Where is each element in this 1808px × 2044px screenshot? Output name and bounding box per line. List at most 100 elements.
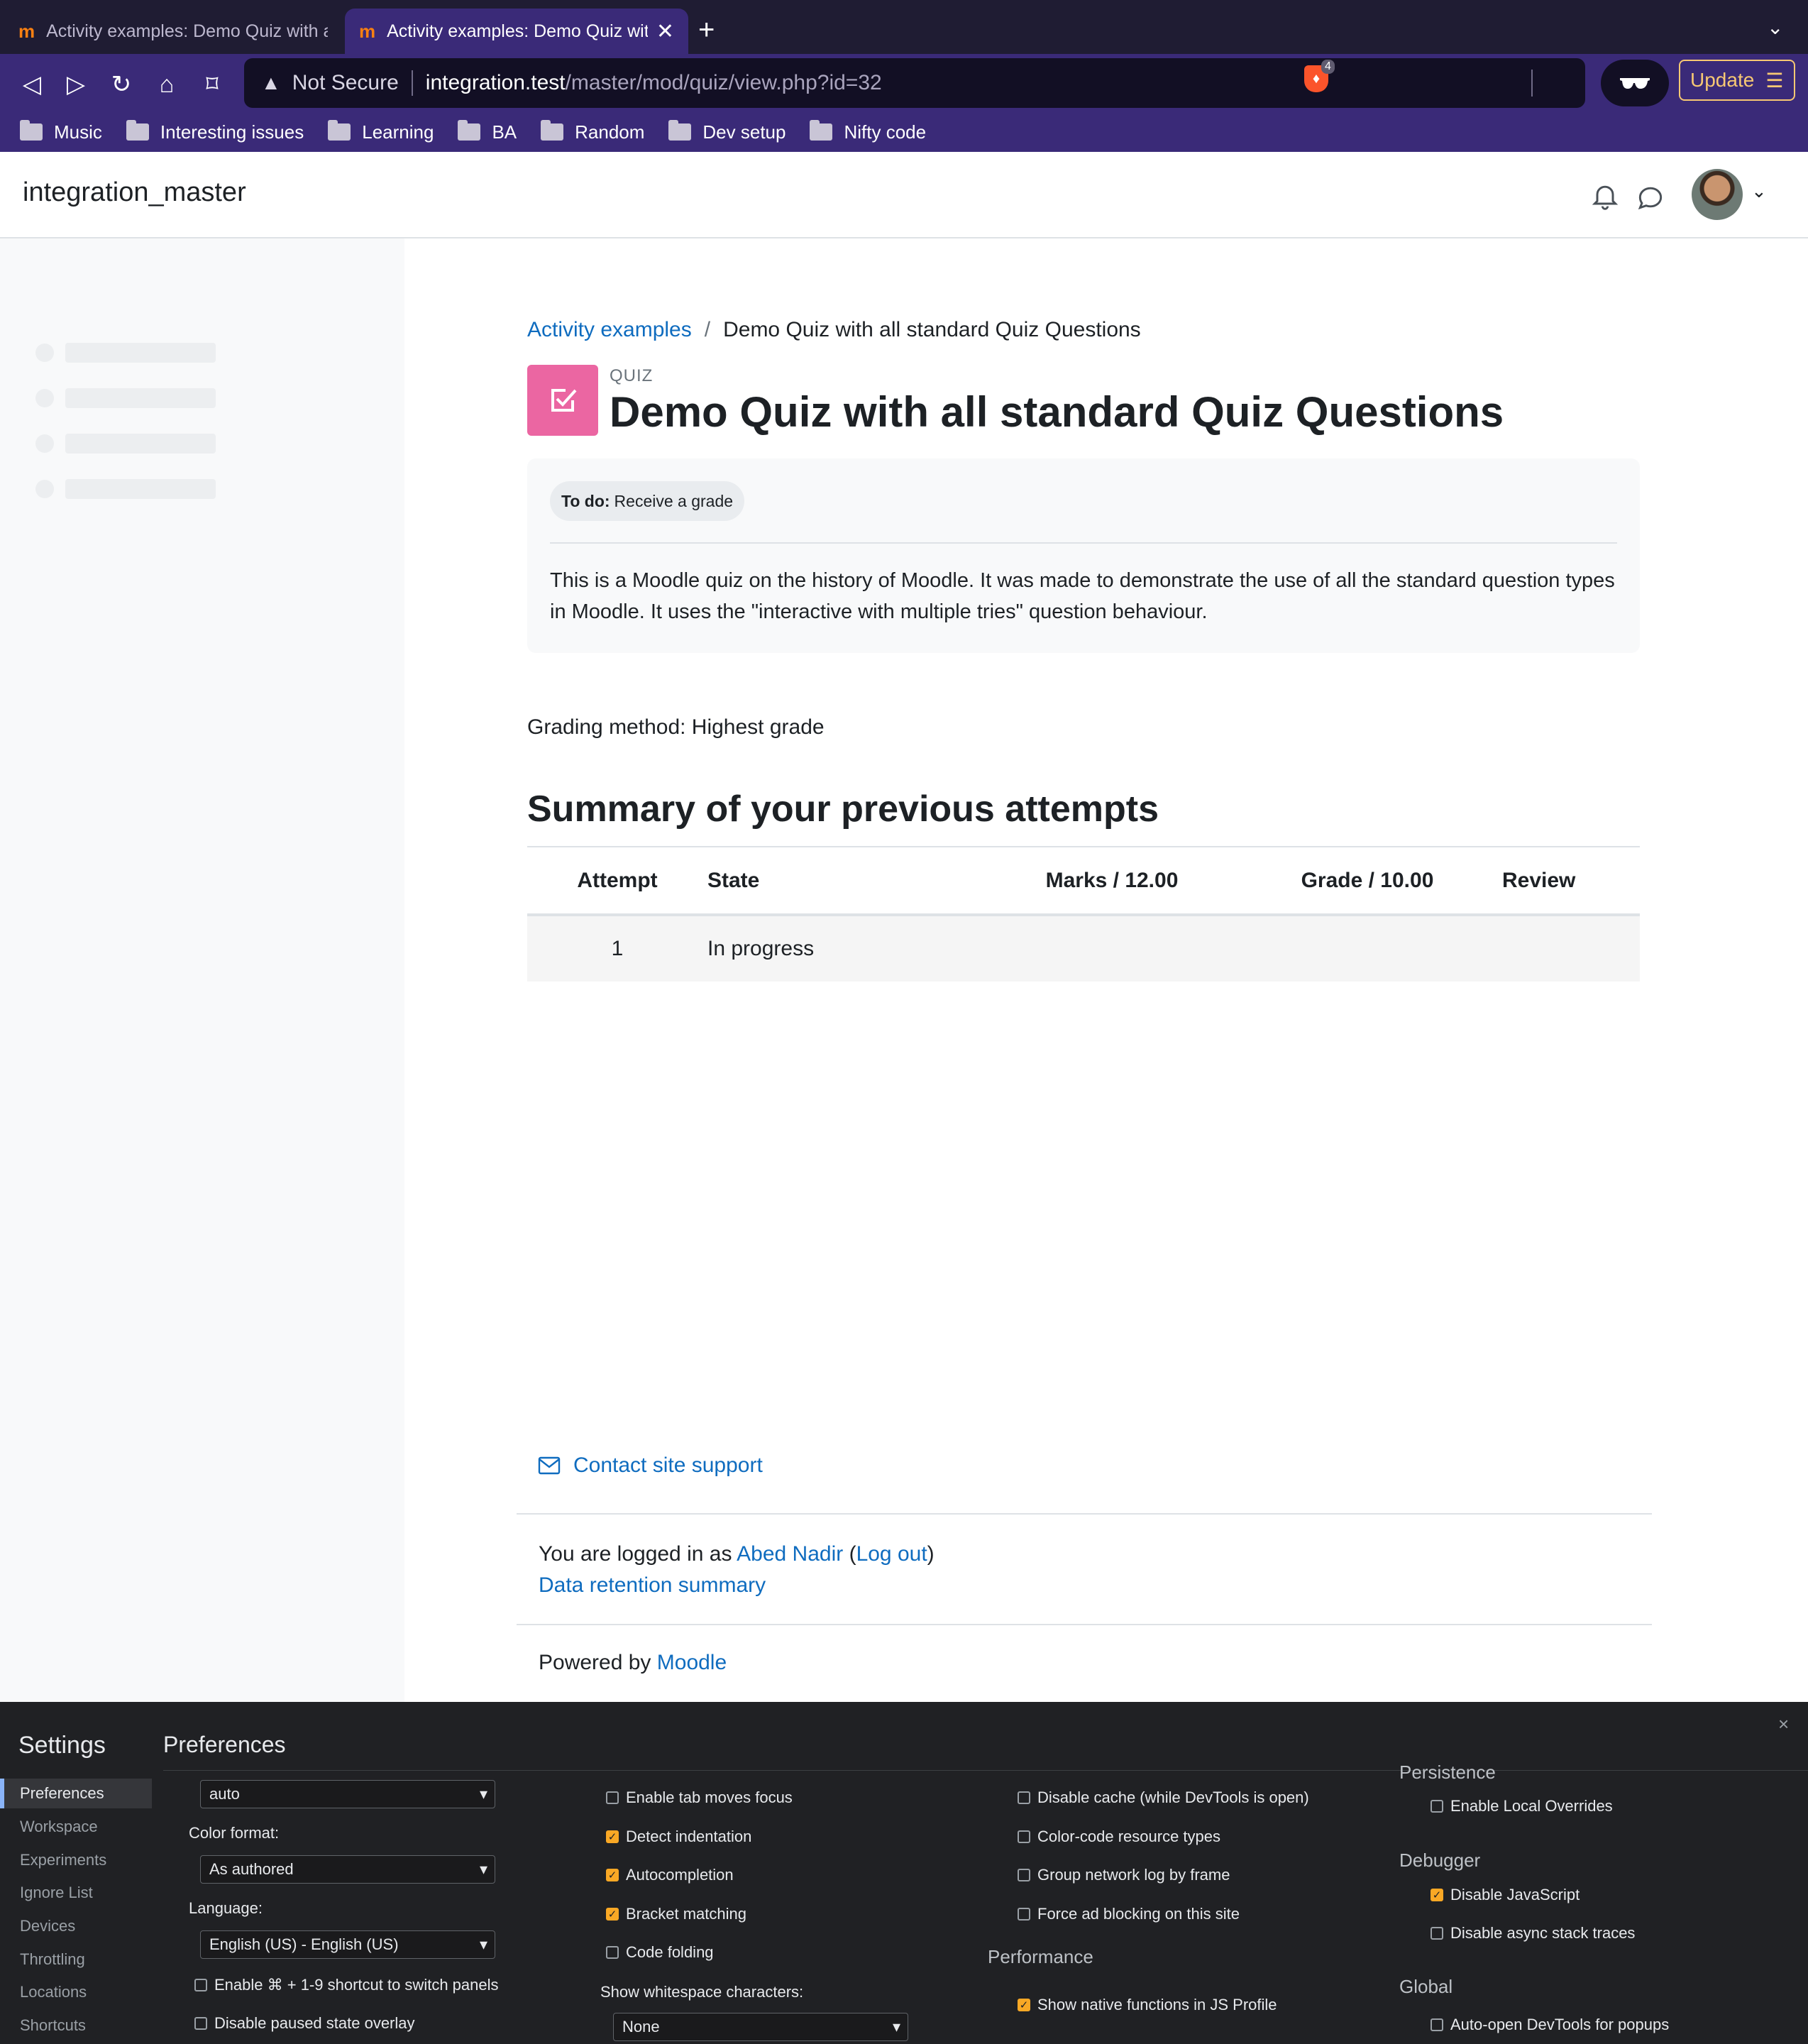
checkbox-label: Enable tab moves focus xyxy=(626,1788,793,1806)
user-avatar[interactable] xyxy=(1692,169,1743,220)
autocompletion-checkbox[interactable]: ✓ Autocompletion xyxy=(606,1866,734,1884)
force-ad-blocking-checkbox[interactable]: Force ad blocking on this site xyxy=(1018,1905,1240,1923)
messages-chat-icon[interactable] xyxy=(1635,182,1666,213)
reader-glasses-icon[interactable] xyxy=(1601,60,1669,106)
browser-tab-inactive[interactable]: m Activity examples: Demo Quiz with all … xyxy=(4,9,342,54)
switch-panels-shortcut-checkbox[interactable]: Enable ⌘ + 1-9 shortcut to switch panels xyxy=(194,1976,499,1994)
bracket-matching-checkbox[interactable]: ✓ Bracket matching xyxy=(606,1905,746,1923)
browser-tab-active[interactable]: m Activity examples: Demo Quiz with all … xyxy=(345,9,688,54)
checkbox[interactable] xyxy=(1018,1830,1030,1843)
color-format-select[interactable]: As authored ▾ xyxy=(200,1855,495,1884)
language-select[interactable]: English (US) - English (US) ▾ xyxy=(200,1930,495,1959)
breadcrumb-link-activity-examples[interactable]: Activity examples xyxy=(527,318,692,342)
bookmarks-bar: Music Interesting issues Learning BA Ran… xyxy=(0,111,950,153)
preferences-divider xyxy=(163,1770,1808,1771)
checkbox[interactable] xyxy=(194,1979,207,1991)
contact-site-support-link[interactable]: Contact site support xyxy=(538,1454,763,1478)
checkbox[interactable]: ✓ xyxy=(1431,1889,1443,1901)
devtools-nav-workspace[interactable]: Workspace xyxy=(0,1812,152,1842)
checkbox[interactable] xyxy=(606,1946,619,1959)
browser-tab-bar: m Activity examples: Demo Quiz with all … xyxy=(0,0,1808,54)
placeholder-bar xyxy=(65,479,216,499)
address-bar[interactable]: ▲ Not Secure integration.test /master/mo… xyxy=(244,58,1585,108)
checkbox[interactable] xyxy=(1018,1869,1030,1881)
checkbox-label: Disable cache (while DevTools is open) xyxy=(1037,1788,1309,1806)
close-icon[interactable]: × xyxy=(1778,1713,1789,1735)
checkbox[interactable]: ✓ xyxy=(606,1830,619,1843)
bookmark-folder-music[interactable]: Music xyxy=(20,120,102,143)
checkbox-label: Force ad blocking on this site xyxy=(1037,1905,1240,1923)
placeholder-dot xyxy=(35,480,54,498)
checkbox[interactable] xyxy=(1431,2018,1443,2031)
devtools-nav-locations[interactable]: Locations xyxy=(0,1977,152,2007)
devtools-nav-ignore-list[interactable]: Ignore List xyxy=(0,1878,152,1908)
local-overrides-checkbox[interactable]: Enable Local Overrides xyxy=(1431,1797,1613,1815)
placeholder-bar xyxy=(65,343,216,363)
auto-open-devtools-checkbox[interactable]: Auto-open DevTools for popups xyxy=(1431,2016,1669,2034)
bookmark-label: Nifty code xyxy=(844,121,927,143)
color-code-resources-checkbox[interactable]: Color-code resource types xyxy=(1018,1828,1220,1846)
moodle-link[interactable]: Moodle xyxy=(657,1651,727,1674)
bookmark-button[interactable]: ⌑ xyxy=(194,67,230,102)
notifications-bell-icon[interactable] xyxy=(1589,180,1621,211)
disable-paused-overlay-checkbox[interactable]: Disable paused state overlay xyxy=(194,2014,415,2033)
checkbox[interactable] xyxy=(1018,1908,1030,1921)
close-tab-icon[interactable]: ✕ xyxy=(656,19,674,44)
bookmark-folder-learning[interactable]: Learning xyxy=(328,120,434,143)
user-profile-link[interactable]: Abed Nadir xyxy=(737,1542,843,1566)
checkbox[interactable]: ✓ xyxy=(606,1908,619,1921)
moodle-favicon-icon: m xyxy=(18,20,35,42)
tab-moves-focus-checkbox[interactable]: Enable tab moves focus xyxy=(606,1788,793,1807)
theme-select[interactable]: auto ▾ xyxy=(200,1780,495,1808)
user-menu-chevron-down-icon[interactable]: ⌄ xyxy=(1751,180,1767,202)
paren-close: ) xyxy=(927,1542,935,1566)
detect-indentation-checkbox[interactable]: ✓ Detect indentation xyxy=(606,1828,751,1846)
course-index-drawer xyxy=(0,238,404,1702)
bookmark-folder-interesting-issues[interactable]: Interesting issues xyxy=(126,120,304,143)
update-button[interactable]: Update ☰ xyxy=(1679,60,1795,101)
disable-javascript-checkbox[interactable]: ✓ Disable JavaScript xyxy=(1431,1886,1580,1904)
column-header-attempt: Attempt xyxy=(527,846,707,916)
bookmark-label: BA xyxy=(492,121,517,143)
data-retention-summary-link[interactable]: Data retention summary xyxy=(539,1573,766,1597)
devtools-nav-experiments[interactable]: Experiments xyxy=(0,1845,152,1875)
site-name-link[interactable]: integration_master xyxy=(23,177,246,208)
security-label[interactable]: Not Secure xyxy=(292,71,399,95)
code-folding-checkbox[interactable]: Code folding xyxy=(606,1943,714,1962)
devtools-nav-throttling[interactable]: Throttling xyxy=(0,1945,152,1974)
checkbox-label: Autocompletion xyxy=(626,1866,734,1884)
whitespace-label: Show whitespace characters: xyxy=(600,1983,804,2001)
persistence-heading: Persistence xyxy=(1399,1762,1496,1783)
reload-button[interactable]: ↻ xyxy=(104,67,139,102)
debugger-heading: Debugger xyxy=(1399,1850,1481,1871)
checkbox[interactable] xyxy=(1431,1927,1443,1940)
whitespace-select[interactable]: None ▾ xyxy=(613,2013,908,2041)
checkbox-label: Disable JavaScript xyxy=(1450,1886,1580,1903)
checkbox[interactable] xyxy=(1018,1791,1030,1804)
checkbox[interactable]: ✓ xyxy=(1018,1999,1030,2011)
table-header-row: Attempt State Marks / 12.00 Grade / 10.0… xyxy=(527,846,1640,916)
disable-cache-checkbox[interactable]: Disable cache (while DevTools is open) xyxy=(1018,1788,1309,1807)
disable-async-stack-traces-checkbox[interactable]: Disable async stack traces xyxy=(1431,1924,1635,1943)
checkbox[interactable] xyxy=(1431,1800,1443,1813)
native-functions-profile-checkbox[interactable]: ✓ Show native functions in JS Profile xyxy=(1018,1996,1277,2014)
attempts-summary-heading: Summary of your previous attempts xyxy=(527,789,1159,830)
group-network-log-checkbox[interactable]: Group network log by frame xyxy=(1018,1866,1230,1884)
forward-button[interactable]: ▷ xyxy=(58,67,94,102)
checkbox[interactable]: ✓ xyxy=(606,1869,619,1881)
devtools-nav-shortcuts[interactable]: Shortcuts xyxy=(0,2011,152,2040)
bookmark-folder-nifty-code[interactable]: Nifty code xyxy=(810,120,927,143)
checkbox[interactable] xyxy=(606,1791,619,1804)
bookmark-folder-ba[interactable]: BA xyxy=(458,120,517,143)
checkbox[interactable] xyxy=(194,2017,207,2030)
bookmark-folder-random[interactable]: Random xyxy=(541,120,644,143)
devtools-nav-devices[interactable]: Devices xyxy=(0,1911,152,1941)
home-button[interactable]: ⌂ xyxy=(149,67,184,102)
new-tab-button[interactable]: + xyxy=(698,14,715,46)
preferences-title: Preferences xyxy=(163,1732,286,1757)
logout-link[interactable]: Log out xyxy=(856,1542,927,1566)
tab-list-chevron-icon[interactable]: ⌄ xyxy=(1767,16,1783,39)
bookmark-folder-dev-setup[interactable]: Dev setup xyxy=(668,120,786,143)
back-button[interactable]: ◁ xyxy=(14,67,50,102)
devtools-nav-preferences[interactable]: Preferences xyxy=(0,1779,152,1808)
